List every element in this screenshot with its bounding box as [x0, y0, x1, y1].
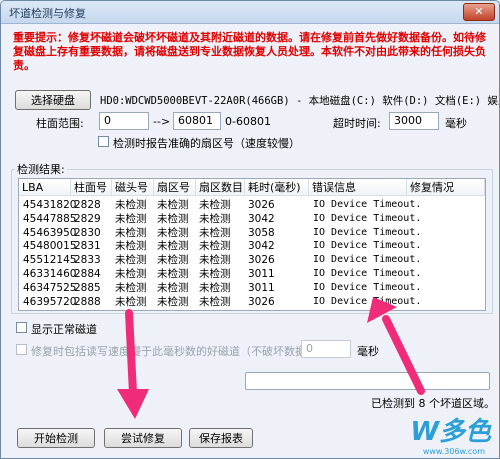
- column-header[interactable]: LBA: [19, 179, 71, 196]
- result-cell: 未检测: [157, 240, 189, 253]
- column-header[interactable]: 柱面号: [71, 179, 112, 196]
- result-cell: 未检测: [199, 281, 231, 294]
- result-cell: 未检测: [157, 295, 189, 308]
- repair-slow-unit: 毫秒: [357, 345, 379, 358]
- cylinder-to-input[interactable]: 60801: [173, 112, 221, 130]
- result-cell: 2885: [74, 281, 101, 294]
- accurate-sector-label: 检测时报告准确的扇区号（速度较慢）: [113, 137, 300, 150]
- result-cell: IO Device Timeout.: [313, 240, 422, 252]
- show-normal-checkbox[interactable]: [16, 322, 27, 333]
- result-cell: 46331460: [23, 268, 77, 280]
- result-cell: 45512145: [23, 254, 77, 267]
- start-scan-button[interactable]: 开始检测: [17, 428, 95, 448]
- column-header[interactable]: 扇区号: [154, 179, 196, 196]
- result-cell: 未检测: [115, 281, 147, 294]
- result-cell: IO Device Timeout.: [313, 199, 422, 210]
- result-cell: 未检测: [115, 268, 147, 280]
- result-cell: 未检测: [115, 226, 147, 239]
- arrow-head-repair: [117, 389, 149, 419]
- result-cell: IO Device Timeout.: [313, 254, 422, 266]
- status-text: 已检测到 8 个坏道区域。: [371, 397, 495, 410]
- result-cell: 3058: [248, 226, 275, 239]
- result-cell: IO Device Timeout.: [313, 295, 422, 307]
- result-cell: 3026: [248, 254, 275, 267]
- result-cell: 3042: [248, 212, 275, 225]
- result-cell: 2888: [74, 295, 101, 308]
- show-normal-label: 显示正常磁道: [31, 323, 97, 336]
- timeout-input[interactable]: 3000: [389, 112, 439, 130]
- title-bar[interactable]: 坏道检测与修复 ✕: [1, 1, 499, 24]
- result-cell: 45447885: [23, 212, 77, 225]
- result-cell: 2829: [74, 212, 101, 225]
- result-cell: 未检测: [115, 254, 147, 267]
- cylinder-range-label: 柱面范围:: [36, 117, 84, 130]
- timeout-label: 超时时间:: [333, 117, 381, 130]
- result-cell: 未检测: [157, 199, 189, 211]
- column-header[interactable]: 磁头号: [112, 179, 154, 196]
- result-cell: 未检测: [199, 226, 231, 239]
- result-cell: 3026: [248, 199, 275, 211]
- result-cell: 未检测: [199, 268, 231, 280]
- result-cell: IO Device Timeout.: [313, 212, 422, 224]
- result-cell: 未检测: [199, 212, 231, 225]
- result-cell: 未检测: [115, 240, 147, 253]
- try-repair-button[interactable]: 尝试修复: [104, 428, 182, 448]
- result-cell: 2831: [74, 240, 101, 253]
- result-cell: 45431820: [23, 199, 77, 211]
- range-arrow: -->: [153, 115, 171, 128]
- result-cell: 2884: [74, 268, 101, 280]
- result-cell: 未检测: [115, 199, 147, 211]
- watermark-logo: W多色: [410, 417, 491, 447]
- save-report-button[interactable]: 保存报表: [189, 428, 253, 448]
- result-cell: 未检测: [157, 254, 189, 267]
- dialog-window: 坏道检测与修复 ✕ 重要提示：修复坏磁道会破坏坏磁道及其附近磁道的数据。请在修复…: [0, 0, 500, 459]
- close-button[interactable]: ✕: [463, 3, 495, 21]
- result-cell: 3011: [248, 281, 275, 294]
- result-cell: 未检测: [157, 268, 189, 280]
- window-title: 坏道检测与修复: [9, 7, 86, 20]
- repair-slow-label: 修复时包括读写速度慢于此毫秒数的好磁道（不破坏数据）:: [31, 345, 321, 358]
- progress-bar: [245, 372, 490, 390]
- result-cell: 2830: [74, 226, 101, 239]
- result-cell: IO Device Timeout.: [313, 281, 422, 293]
- column-header[interactable]: 扇区数目: [196, 179, 245, 196]
- timeout-unit: 毫秒: [445, 117, 467, 130]
- result-cell: 未检测: [199, 254, 231, 267]
- result-cell: 未检测: [157, 212, 189, 225]
- result-cell: 未检测: [157, 226, 189, 239]
- result-cell: IO Device Timeout.: [313, 268, 422, 279]
- result-cell: 3026: [248, 295, 275, 308]
- results-list[interactable]: LBA 柱面号 磁头号 扇区号 扇区数目 耗时(毫秒) 错误信息 修复情况 45…: [18, 178, 486, 311]
- accurate-sector-checkbox[interactable]: [98, 136, 109, 147]
- result-cell: 未检测: [157, 281, 189, 294]
- watermark-url: www.306w.com: [422, 447, 485, 456]
- result-cell: 45463950: [23, 226, 77, 239]
- column-header[interactable]: 修复情况: [407, 179, 485, 196]
- result-cell: IO Device Timeout.: [313, 226, 422, 238]
- result-cell: 未检测: [199, 295, 231, 308]
- result-cell: 3042: [248, 240, 275, 253]
- disk-info: HD0:WDCWD5000BEVT-22A0R(466GB) - 本地磁盘(C:…: [100, 95, 500, 107]
- column-header[interactable]: 错误信息: [309, 179, 407, 196]
- warning-text: 重要提示：修复坏磁道会破坏坏磁道及其附近磁道的数据。请在修复前首先做好数据备份。…: [13, 31, 486, 72]
- result-cell: 3011: [248, 268, 275, 280]
- result-cell: 45480015: [23, 240, 77, 253]
- result-cell: 未检测: [199, 240, 231, 253]
- select-disk-button[interactable]: 选择硬盘: [15, 90, 91, 110]
- cylinder-span: 0-60801: [225, 115, 271, 128]
- result-cell: 2833: [74, 254, 101, 267]
- result-cell: 未检测: [115, 212, 147, 225]
- result-cell: 未检测: [199, 199, 231, 211]
- repair-slow-input[interactable]: 0: [301, 340, 351, 358]
- result-cell: 46347525: [23, 281, 77, 294]
- column-header[interactable]: 耗时(毫秒): [245, 179, 309, 196]
- cylinder-from-input[interactable]: 0: [99, 112, 149, 130]
- result-cell: 2828: [74, 199, 101, 211]
- result-cell: 46395720: [23, 295, 77, 308]
- result-cell: 未检测: [115, 295, 147, 308]
- results-group-label: 检测结果:: [15, 161, 67, 177]
- repair-slow-checkbox[interactable]: [16, 344, 27, 355]
